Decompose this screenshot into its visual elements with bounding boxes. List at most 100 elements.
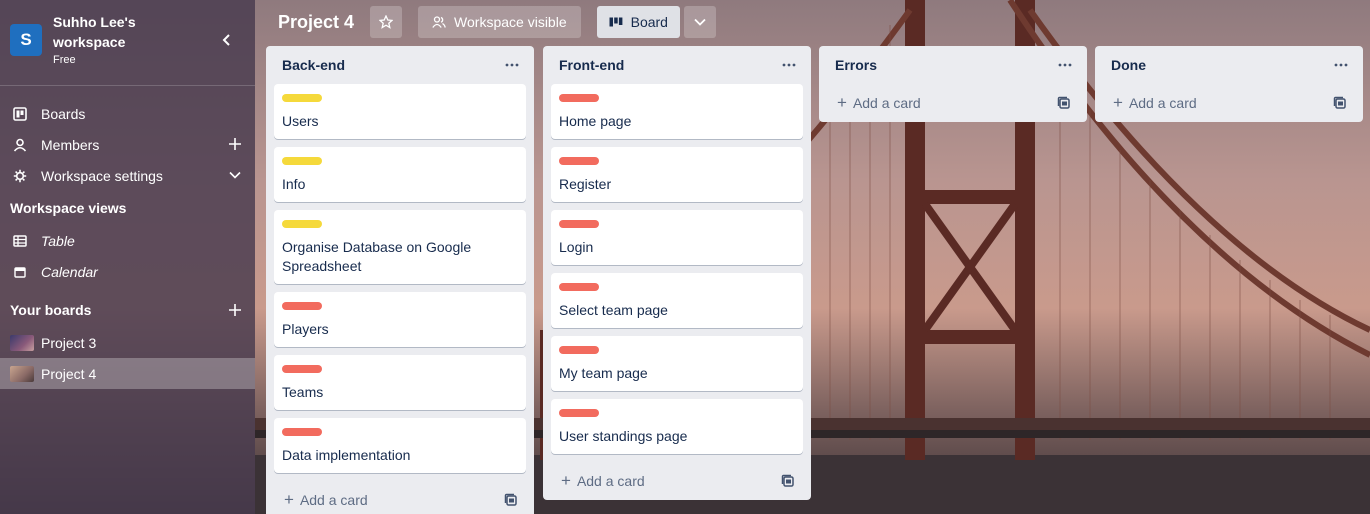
list-title[interactable]: Back-end xyxy=(282,57,345,73)
board-title[interactable]: Project 4 xyxy=(278,12,354,33)
workspace-logo: S xyxy=(10,24,42,56)
list-header[interactable]: Back-end xyxy=(266,46,534,84)
list-title[interactable]: Done xyxy=(1111,57,1146,73)
list-title[interactable]: Errors xyxy=(835,57,877,73)
create-board-button[interactable] xyxy=(227,302,243,318)
add-card-button[interactable]: + Add a card xyxy=(543,462,811,500)
card-title: Login xyxy=(559,239,594,255)
card-label-yellow xyxy=(282,157,322,165)
card-title: Teams xyxy=(282,384,324,400)
card-title: Select team page xyxy=(559,302,668,318)
sidebar: S Suhho Lee's workspace Free Boards Memb… xyxy=(0,0,255,514)
plus-icon xyxy=(229,304,241,316)
template-icon[interactable] xyxy=(1333,96,1347,110)
list-title[interactable]: Front-end xyxy=(559,57,624,73)
chevron-left-icon xyxy=(222,34,230,46)
card[interactable]: Register xyxy=(551,147,803,202)
section-title: Your boards xyxy=(10,302,92,318)
list-back-end: Back-end Users Info Organise Database on… xyxy=(266,46,534,514)
list-actions-button[interactable] xyxy=(1055,55,1075,75)
list-header[interactable]: Errors xyxy=(819,46,1087,84)
board-view-label: Board xyxy=(630,14,668,30)
plus-icon xyxy=(229,138,241,150)
add-card-button[interactable]: + Add a card xyxy=(1095,84,1363,122)
workspace-header[interactable]: S Suhho Lee's workspace Free xyxy=(0,0,255,86)
list-actions-button[interactable] xyxy=(779,55,799,75)
board-view-icon xyxy=(609,17,623,27)
plus-icon: + xyxy=(561,471,571,490)
sidebar-item-label: Members xyxy=(41,136,100,153)
workspace-settings-expand[interactable] xyxy=(227,167,243,183)
sidebar-item-label: Table xyxy=(41,232,75,249)
card-title: User standings page xyxy=(559,428,688,444)
card[interactable]: Login xyxy=(551,210,803,265)
person-icon xyxy=(12,137,28,153)
card-label-red xyxy=(282,302,322,310)
sidebar-item-calendar[interactable]: Calendar xyxy=(0,256,255,287)
list-header[interactable]: Front-end xyxy=(543,46,811,84)
card[interactable]: My team page xyxy=(551,336,803,391)
sidebar-item-boards[interactable]: Boards xyxy=(0,98,255,129)
card[interactable]: Home page xyxy=(551,84,803,139)
workspace-views-heading: Workspace views xyxy=(0,191,255,225)
card-label-red xyxy=(559,409,599,417)
add-card-label: Add a card xyxy=(852,95,921,111)
sidebar-board-project-3[interactable]: Project 3 xyxy=(0,327,255,358)
card[interactable]: Users xyxy=(274,84,526,139)
sidebar-item-workspace-settings[interactable]: Workspace settings xyxy=(0,160,255,191)
add-card-button[interactable]: + Add a card xyxy=(266,481,534,514)
sidebar-item-table[interactable]: Table xyxy=(0,225,255,256)
add-card-button[interactable]: + Add a card xyxy=(819,84,1087,122)
list-front-end: Front-end Home page Register Login Selec… xyxy=(543,46,811,500)
add-card-label: Add a card xyxy=(299,492,368,508)
template-icon[interactable] xyxy=(781,474,795,488)
sidebar-item-label: Boards xyxy=(41,105,86,122)
more-icon xyxy=(1334,63,1348,67)
calendar-icon xyxy=(12,264,28,280)
template-icon[interactable] xyxy=(1057,96,1071,110)
card-label-yellow xyxy=(282,94,322,102)
card-label-red xyxy=(559,94,599,102)
card[interactable]: Select team page xyxy=(551,273,803,328)
board-thumbnail xyxy=(10,365,34,382)
collapse-sidebar-button[interactable] xyxy=(217,30,237,50)
list-actions-button[interactable] xyxy=(502,55,522,75)
card-title: My team page xyxy=(559,365,648,381)
card-title: Users xyxy=(282,113,319,129)
card-label-red xyxy=(282,365,322,373)
plus-icon: + xyxy=(1113,93,1123,112)
card-label-red xyxy=(559,346,599,354)
gear-icon xyxy=(12,168,28,184)
more-icon xyxy=(505,63,519,67)
card[interactable]: Organise Database on Google Spreadsheet xyxy=(274,210,526,284)
board-view-button[interactable]: Board xyxy=(596,6,680,38)
sidebar-board-project-4[interactable]: Project 4 xyxy=(0,358,255,389)
card-title: Register xyxy=(559,176,612,192)
your-boards-heading: Your boards xyxy=(0,293,255,327)
list-actions-button[interactable] xyxy=(1331,55,1351,75)
more-icon xyxy=(782,63,796,67)
star-board-button[interactable] xyxy=(370,6,403,38)
card[interactable]: User standings page xyxy=(551,399,803,454)
add-member-button[interactable] xyxy=(227,136,243,152)
chevron-down-icon xyxy=(694,18,706,26)
view-switcher-button[interactable] xyxy=(683,6,716,38)
plus-icon: + xyxy=(837,93,847,112)
card-label-red xyxy=(559,283,599,291)
sidebar-item-members[interactable]: Members xyxy=(0,129,255,160)
list-done: Done + Add a card xyxy=(1095,46,1363,122)
sidebar-item-label: Calendar xyxy=(41,263,98,280)
card[interactable]: Info xyxy=(274,147,526,202)
card[interactable]: Teams xyxy=(274,355,526,410)
card-label-red xyxy=(282,428,322,436)
template-icon[interactable] xyxy=(504,493,518,507)
visibility-button[interactable]: Workspace visible xyxy=(418,6,581,38)
list-header[interactable]: Done xyxy=(1095,46,1363,84)
visibility-label: Workspace visible xyxy=(454,14,567,30)
card-title: Home page xyxy=(559,113,632,129)
add-card-label: Add a card xyxy=(1128,95,1197,111)
card-label-red xyxy=(559,220,599,228)
card[interactable]: Data implementation xyxy=(274,418,526,473)
card[interactable]: Players xyxy=(274,292,526,347)
sidebar-item-label: Project 4 xyxy=(41,365,97,382)
